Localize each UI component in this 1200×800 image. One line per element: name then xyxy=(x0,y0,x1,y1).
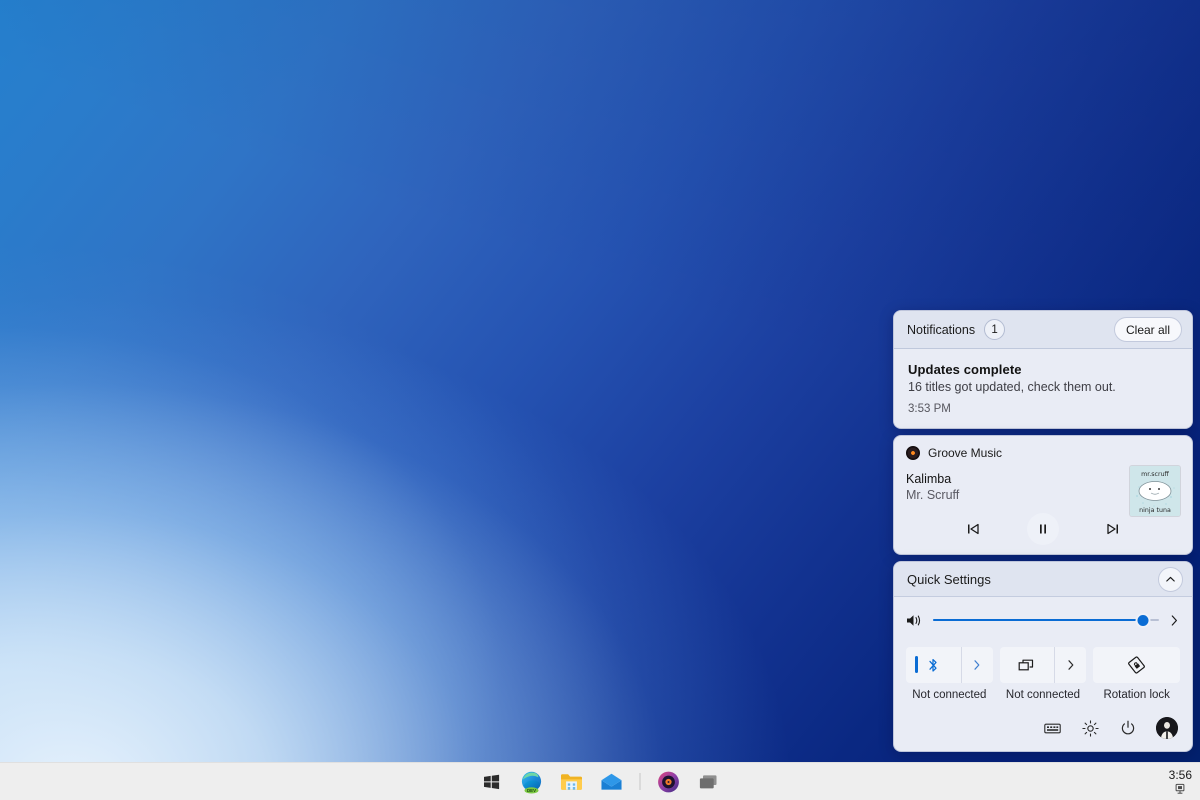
quick-settings-header: Quick Settings xyxy=(894,562,1192,597)
quick-settings-body: Not connected xyxy=(894,597,1192,707)
tile-bluetooth-label: Not connected xyxy=(912,689,986,701)
pause-icon xyxy=(1036,522,1050,536)
system-tray[interactable]: 3:56 xyxy=(1169,763,1192,800)
clear-all-button[interactable]: Clear all xyxy=(1114,317,1182,342)
media-player-card: Groove Music Kalimba Mr. Scruff xyxy=(893,435,1193,555)
tile-cast[interactable] xyxy=(1000,647,1087,683)
file-explorer-button[interactable] xyxy=(560,770,584,794)
edit-quick-settings-icon xyxy=(1044,722,1061,735)
user-avatar[interactable] xyxy=(1156,717,1178,739)
notifications-header: Notifications 1 Clear all xyxy=(894,311,1192,349)
edge-dev-button[interactable]: DEV xyxy=(520,770,544,794)
gear-icon xyxy=(1082,720,1099,737)
taskbar-clock[interactable]: 3:56 xyxy=(1169,769,1192,782)
taskbar-app-list: DEV xyxy=(480,763,721,800)
previous-track-button[interactable] xyxy=(963,519,983,539)
cast-button[interactable] xyxy=(1000,658,1055,673)
media-app-row: Groove Music xyxy=(906,446,1180,460)
media-content: Groove Music Kalimba Mr. Scruff xyxy=(894,436,1192,554)
notifications-title: Notifications xyxy=(907,323,975,337)
notification-timestamp: 3:53 PM xyxy=(908,403,1178,415)
folder-icon xyxy=(560,771,584,793)
previous-track-icon xyxy=(965,521,981,537)
edit-quick-settings-button[interactable] xyxy=(1042,718,1062,738)
album-art-bottom-text: ninja tuna xyxy=(1139,507,1171,514)
tile-bluetooth[interactable] xyxy=(906,647,993,683)
power-button[interactable] xyxy=(1118,718,1138,738)
groove-music-button[interactable] xyxy=(657,770,681,794)
groove-music-icon xyxy=(658,771,680,793)
cast-expand-button[interactable] xyxy=(1054,647,1086,683)
volume-slider[interactable] xyxy=(933,611,1159,629)
quick-settings-collapse-button[interactable] xyxy=(1158,567,1183,592)
album-art-top-text: mr.scruff xyxy=(1141,471,1169,478)
chevron-right-icon xyxy=(972,659,982,671)
quick-settings-card: Quick Settings xyxy=(893,561,1193,752)
notification-center-flyout: Notifications 1 Clear all Updates comple… xyxy=(893,310,1193,752)
rotation-lock-button[interactable] xyxy=(1093,656,1180,674)
quick-settings-footer xyxy=(894,707,1192,751)
edge-dev-icon: DEV xyxy=(520,770,544,794)
chevron-up-icon xyxy=(1165,574,1176,585)
settings-button[interactable] xyxy=(1080,718,1100,738)
notification-tray-icon[interactable] xyxy=(1173,783,1187,796)
tile-rotation-lock-label: Rotation lock xyxy=(1103,689,1169,701)
taskbar: DEV xyxy=(0,762,1200,800)
volume-row xyxy=(906,607,1180,633)
tile-bluetooth-wrap: Not connected xyxy=(906,647,993,701)
volume-icon[interactable] xyxy=(906,613,923,628)
tile-cast-wrap: Not connected xyxy=(1000,647,1087,701)
volume-expand-button[interactable] xyxy=(1169,614,1180,627)
tile-cast-label: Not connected xyxy=(1006,689,1080,701)
bluetooth-expand-button[interactable] xyxy=(961,647,993,683)
bluetooth-icon xyxy=(927,657,939,674)
media-app-name: Groove Music xyxy=(928,446,1002,460)
play-pause-button[interactable] xyxy=(1027,513,1059,545)
tile-rotation-lock[interactable] xyxy=(1093,647,1180,683)
quick-settings-title: Quick Settings xyxy=(907,572,991,587)
tray-glyph-icon xyxy=(1174,783,1186,795)
tile-active-indicator xyxy=(915,656,918,673)
album-art-image: mr.scruff ninja tuna xyxy=(1130,466,1180,516)
notification-heading: Updates complete xyxy=(908,362,1178,377)
power-icon xyxy=(1120,720,1136,736)
quick-settings-tiles: Not connected xyxy=(906,647,1180,701)
next-track-icon xyxy=(1105,521,1121,537)
chevron-right-icon xyxy=(1066,659,1076,671)
task-view-icon xyxy=(698,773,720,791)
album-art: mr.scruff ninja tuna xyxy=(1130,466,1180,516)
mail-button[interactable] xyxy=(600,770,624,794)
cast-icon xyxy=(1018,658,1036,673)
next-track-button[interactable] xyxy=(1103,519,1123,539)
vinyl-record-icon xyxy=(906,446,920,460)
windows-logo-icon xyxy=(483,773,501,791)
task-view-button[interactable] xyxy=(697,770,721,794)
notification-body-text: 16 titles got updated, check them out. xyxy=(908,380,1178,394)
taskbar-separator xyxy=(640,773,641,790)
notifications-count-badge: 1 xyxy=(984,319,1005,340)
volume-slider-fill xyxy=(933,619,1143,621)
media-controls xyxy=(906,512,1180,546)
notifications-card: Notifications 1 Clear all Updates comple… xyxy=(893,310,1193,429)
svg-text:DEV: DEV xyxy=(527,788,536,793)
start-button[interactable] xyxy=(480,770,504,794)
avatar-image xyxy=(1156,717,1178,739)
mail-icon xyxy=(600,772,624,792)
clear-all-label: Clear all xyxy=(1126,323,1170,337)
notification-item[interactable]: Updates complete 16 titles got updated, … xyxy=(894,349,1192,428)
rotation-lock-icon xyxy=(1127,656,1146,674)
tile-rotation-lock-wrap: Rotation lock xyxy=(1093,647,1180,701)
volume-slider-thumb[interactable] xyxy=(1136,613,1151,628)
